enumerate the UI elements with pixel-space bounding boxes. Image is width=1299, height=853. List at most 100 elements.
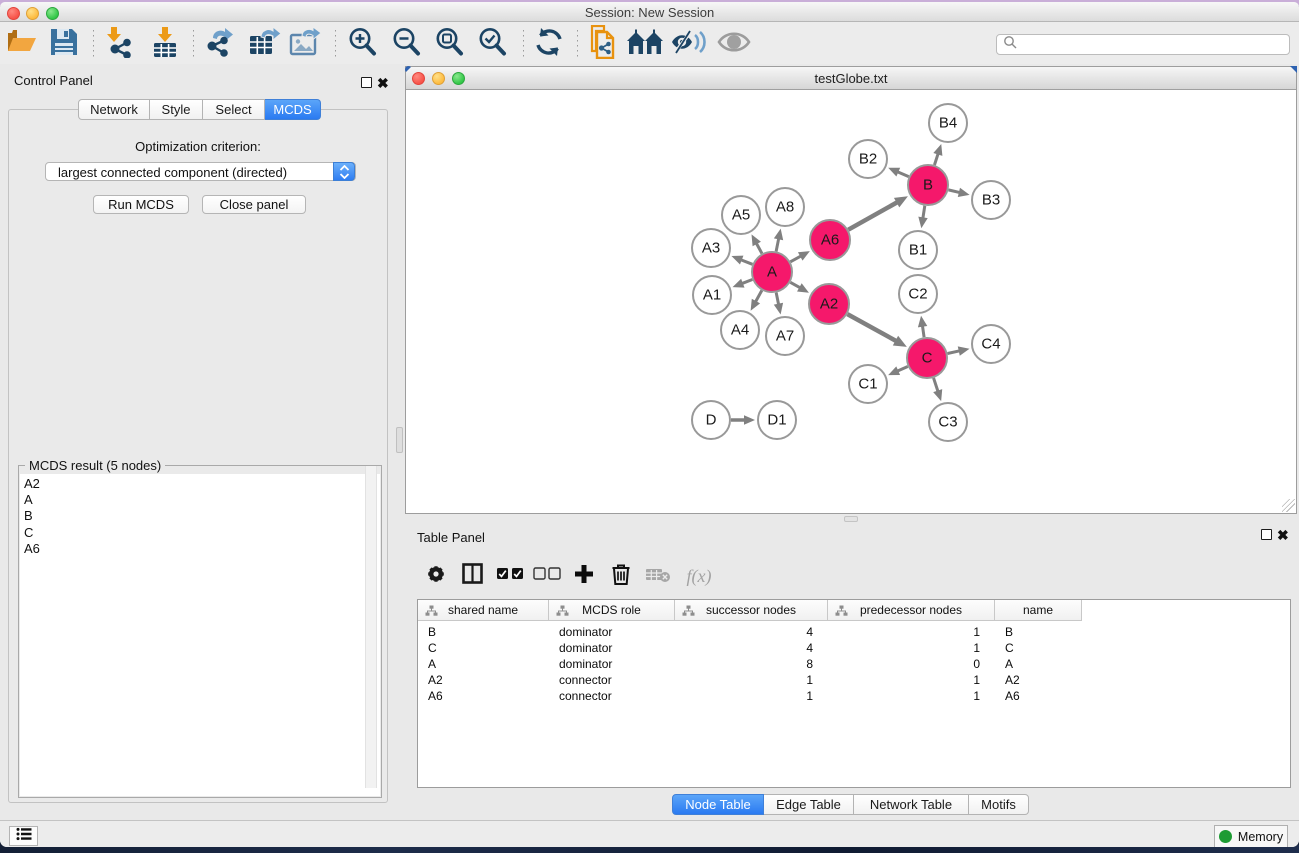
search-icon: [1003, 35, 1018, 55]
table-cell: A: [418, 656, 549, 672]
table-cell: B: [418, 624, 549, 640]
delete-column-button[interactable]: [602, 558, 639, 594]
column-header-label: successor nodes: [706, 603, 796, 617]
table-row[interactable]: A2connector11A2: [418, 672, 1290, 688]
table-close-icon[interactable]: ✖: [1277, 530, 1289, 541]
criterion-select[interactable]: largest connected component (directed): [45, 162, 356, 181]
zoom-fit-button[interactable]: [431, 26, 467, 62]
show-hidden-button[interactable]: [716, 26, 752, 62]
control-panel-tabs: NetworkStyleSelectMCDS: [78, 99, 321, 120]
zoom-out-button[interactable]: [388, 26, 424, 62]
delete-table-button[interactable]: [639, 558, 676, 594]
table-cell: A2: [418, 672, 549, 688]
refresh-icon: [533, 26, 565, 63]
table-settings-button[interactable]: [417, 558, 454, 594]
column-header-MCDS-role[interactable]: MCDS role: [549, 600, 675, 621]
show-all-button[interactable]: [627, 26, 663, 62]
tab-mcds[interactable]: MCDS: [265, 99, 321, 120]
table-cell: B: [995, 624, 1082, 640]
edge-A-A8[interactable]: [776, 238, 779, 251]
split-columns-button[interactable]: [454, 558, 491, 594]
table-float-icon[interactable]: [1261, 529, 1272, 540]
export-table-button[interactable]: [246, 26, 282, 62]
edge-A-A6[interactable]: [790, 256, 801, 262]
edge-B-B2[interactable]: [897, 172, 908, 177]
edge-C-C3[interactable]: [934, 378, 938, 392]
edge-C-C1[interactable]: [897, 366, 908, 371]
zoom-selected-button[interactable]: [474, 26, 510, 62]
close-panel-icon[interactable]: ✖: [377, 78, 389, 89]
tab-network-table[interactable]: Network Table: [854, 794, 969, 815]
import-network-button[interactable]: [102, 26, 138, 62]
save-session-button[interactable]: [46, 26, 82, 62]
edge-A-A5[interactable]: [756, 243, 762, 253]
select-all-button[interactable]: [491, 558, 528, 594]
mcds-result-item[interactable]: A6: [20, 541, 380, 557]
deselect-all-button[interactable]: [528, 558, 565, 594]
network-window-title: testGlobe.txt: [406, 71, 1296, 86]
tab-motifs[interactable]: Motifs: [969, 794, 1029, 815]
mcds-result-item[interactable]: B: [20, 508, 380, 524]
tab-edge-table[interactable]: Edge Table: [764, 794, 854, 815]
add-column-button[interactable]: [565, 558, 602, 594]
tab-network[interactable]: Network: [78, 99, 150, 120]
window-resize-grip[interactable]: [1282, 499, 1295, 512]
close-panel-button[interactable]: Close panel: [202, 195, 306, 214]
status-bar: Memory: [0, 820, 1299, 847]
graph-node-label: A5: [732, 207, 750, 224]
mcds-result-list[interactable]: A2ABCA6: [20, 474, 380, 796]
toolbar-separator: [93, 30, 94, 58]
mcds-result-scrollbar[interactable]: [365, 466, 377, 788]
edge-C-C2[interactable]: [922, 326, 924, 338]
table-row[interactable]: A6connector11A6: [418, 688, 1290, 704]
function-builder-button[interactable]: f(x): [676, 558, 722, 594]
trash-icon: [611, 563, 631, 590]
refresh-button[interactable]: [531, 26, 567, 62]
hide-selected-button[interactable]: [670, 26, 706, 62]
edge-C-C4[interactable]: [948, 351, 960, 354]
column-header-shared-name[interactable]: shared name: [418, 600, 549, 621]
table-row[interactable]: Cdominator41C: [418, 640, 1290, 656]
edge-A-A2[interactable]: [790, 282, 800, 288]
mcds-result-item[interactable]: A2: [20, 476, 380, 492]
horizontal-splitter-grip[interactable]: [844, 516, 858, 522]
edge-B-B4[interactable]: [934, 153, 938, 165]
export-network-button[interactable]: [204, 26, 240, 62]
table-row[interactable]: Adominator80A: [418, 656, 1290, 672]
float-panel-icon[interactable]: [361, 77, 372, 88]
network-canvas[interactable]: B4B2BB3A5A8A6B1A3AA1C2A2A4A7C4CC1C3DD1: [406, 91, 1296, 513]
export-image-button[interactable]: [287, 26, 323, 62]
search-input[interactable]: [996, 34, 1290, 55]
vertical-splitter-grip[interactable]: [396, 427, 403, 453]
import-table-button[interactable]: [147, 26, 183, 62]
edge-A-A4[interactable]: [755, 290, 761, 302]
table-cell: 1: [675, 688, 828, 704]
column-header-successor-nodes[interactable]: successor nodes: [675, 600, 828, 621]
edge-A2-C[interactable]: [847, 314, 896, 341]
mcds-result-item[interactable]: C: [20, 525, 380, 541]
edge-A-A1[interactable]: [742, 280, 753, 284]
edge-A-A3[interactable]: [741, 260, 753, 265]
run-mcds-button[interactable]: Run MCDS: [93, 195, 189, 214]
graph-node-label: B2: [859, 151, 877, 168]
edge-A6-B[interactable]: [848, 202, 897, 230]
edge-B-B1[interactable]: [923, 206, 925, 219]
graph-node-label: C3: [938, 414, 957, 431]
mcds-result-item[interactable]: A: [20, 492, 380, 508]
open-file-button[interactable]: [3, 26, 39, 62]
task-history-button[interactable]: [9, 826, 38, 846]
duplicate-network-button[interactable]: [585, 26, 621, 62]
edge-A-A7[interactable]: [776, 293, 778, 305]
zoom-in-button[interactable]: [344, 26, 380, 62]
column-header-name[interactable]: name: [995, 600, 1082, 621]
memory-button[interactable]: Memory: [1214, 825, 1288, 847]
table-row[interactable]: Bdominator41B: [418, 624, 1290, 640]
edge-B-B3[interactable]: [948, 190, 959, 193]
table-panel-title: Table Panel: [417, 530, 485, 545]
edge-arrowhead: [933, 144, 942, 156]
edge-arrowhead: [933, 389, 942, 401]
tab-node-table[interactable]: Node Table: [672, 794, 764, 815]
tab-style[interactable]: Style: [150, 99, 203, 120]
column-header-predecessor-nodes[interactable]: predecessor nodes: [828, 600, 995, 621]
tab-select[interactable]: Select: [203, 99, 265, 120]
